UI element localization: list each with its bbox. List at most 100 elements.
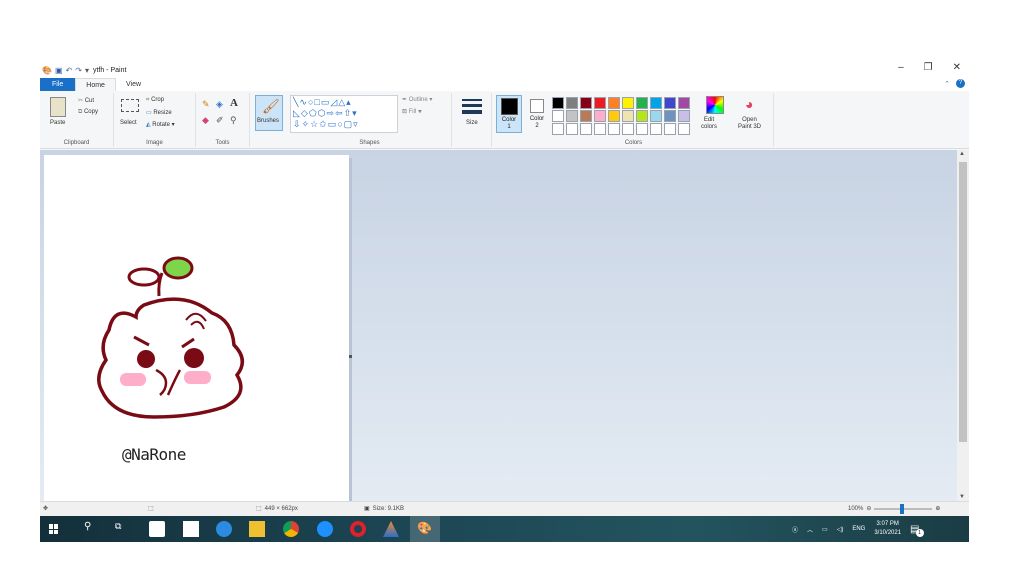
task-view-icon[interactable]: ⧉ [115, 521, 131, 537]
paste-button[interactable]: Paste [50, 120, 65, 126]
minimize-button[interactable]: – [898, 62, 904, 73]
canvas-workspace[interactable]: @NaRone [40, 150, 957, 501]
color-swatch-r3-5[interactable] [608, 123, 620, 135]
clipboard-group-label: Clipboard [63, 140, 90, 146]
fill-bucket-icon[interactable]: ◈ [216, 99, 223, 110]
show-hidden-icons[interactable]: ︿ [807, 525, 813, 534]
color-swatch-r2-1[interactable] [552, 110, 564, 122]
crop-button[interactable]: ⌗ Crop [146, 97, 164, 104]
brushes-button[interactable]: 🖌 Brushes [255, 95, 283, 131]
color-swatch-r1-10[interactable] [678, 97, 690, 109]
rotate-button[interactable]: ◭ Rotate ▾ [146, 121, 175, 128]
color-swatch-r1-8[interactable] [650, 97, 662, 109]
color-swatch-r1-2[interactable] [566, 97, 578, 109]
color-swatch-r1-1[interactable] [552, 97, 564, 109]
network-icon[interactable]: ▭ [822, 526, 828, 533]
select-icon[interactable] [121, 99, 139, 112]
canvas-resize-handle[interactable] [349, 355, 352, 358]
color-swatch-r3-8[interactable] [650, 123, 662, 135]
search-icon[interactable]: ⚲ [84, 521, 100, 537]
shapes-gallery[interactable]: ╲∿○□▭◿△▴ ◺◇⬠⬡⇨⇦⇧▾ ⇩✧☆✩▭○▢▿ [290, 95, 398, 133]
pencil-icon[interactable]: ✎ [202, 99, 210, 110]
color-swatch-r2-2[interactable] [566, 110, 578, 122]
volume-icon[interactable]: ◁) [837, 526, 844, 533]
vertical-scrollbar[interactable]: ▲ ▼ [957, 150, 969, 501]
scroll-thumb[interactable] [959, 162, 967, 442]
zalo-icon[interactable] [317, 521, 333, 537]
color-swatch-r3-4[interactable] [594, 123, 606, 135]
help-icon[interactable]: ? [956, 79, 965, 88]
crop-icon: ⌗ [146, 97, 150, 103]
people-icon[interactable]: ⓐ [792, 525, 798, 534]
customize-toolbar-icon[interactable]: ▾ [85, 66, 89, 75]
app-icon-2[interactable] [383, 521, 399, 537]
clock[interactable]: 3:07 PM 3/10/2021 [874, 520, 901, 538]
start-button[interactable] [49, 524, 59, 534]
color-swatch-r2-4[interactable] [594, 110, 606, 122]
fill-button[interactable]: ⛾ Fill ▾ [402, 108, 422, 116]
paint3d-icon[interactable]: ◕ [745, 96, 753, 112]
color1-button[interactable]: Color 1 [496, 95, 522, 133]
magnifier-icon[interactable]: ⚲ [230, 115, 237, 126]
paste-icon[interactable] [50, 97, 66, 117]
color-swatch-r1-5[interactable] [608, 97, 620, 109]
file-explorer-icon[interactable] [249, 521, 265, 537]
save-icon[interactable]: ▣ [55, 66, 63, 75]
notification-icon[interactable]: ▤ 1 [910, 524, 924, 537]
language-indicator[interactable]: ENG [852, 526, 865, 532]
collapse-ribbon-icon[interactable]: ⌃ [944, 80, 950, 88]
scroll-up-icon[interactable]: ▲ [959, 151, 965, 157]
color-swatch-r1-4[interactable] [594, 97, 606, 109]
color-swatch-r3-7[interactable] [636, 123, 648, 135]
resize-button[interactable]: ▭ Resize [146, 109, 172, 116]
maximize-button[interactable]: ❐ [924, 62, 933, 73]
close-button[interactable]: ✕ [953, 62, 961, 73]
text-tool-icon[interactable]: A [230, 97, 238, 109]
color-swatch-r3-10[interactable] [678, 123, 690, 135]
color-swatch-r3-3[interactable] [580, 123, 592, 135]
copy-button[interactable]: ⧉ Copy [78, 109, 98, 116]
opera-icon[interactable] [350, 521, 366, 537]
color-swatch-r2-3[interactable] [580, 110, 592, 122]
color-swatch-r1-7[interactable] [636, 97, 648, 109]
color2-button[interactable]: Color 2 [525, 95, 549, 133]
color-swatch-r3-1[interactable] [552, 123, 564, 135]
cut-button[interactable]: ✂ Cut [78, 97, 94, 104]
drawing-canvas[interactable]: @NaRone [44, 155, 349, 501]
zoom-out-icon[interactable]: ⊖ [866, 505, 871, 512]
chrome-icon[interactable] [283, 521, 299, 537]
app-icon-1[interactable] [149, 521, 165, 537]
right-eye [184, 348, 204, 368]
outline-button[interactable]: ✒ Outline ▾ [402, 96, 432, 103]
zoom-in-icon[interactable]: ⊕ [935, 505, 940, 512]
select-button[interactable]: Select [120, 120, 137, 126]
color-swatch-r3-6[interactable] [622, 123, 634, 135]
open-paint3d-button[interactable]: Open Paint 3D [738, 117, 761, 131]
color-swatch-r3-2[interactable] [566, 123, 578, 135]
teamviewer-icon[interactable] [216, 521, 232, 537]
zoom-slider[interactable] [874, 503, 933, 514]
tab-home[interactable]: Home [75, 78, 116, 91]
color-swatch-r1-9[interactable] [664, 97, 676, 109]
color-swatch-r3-9[interactable] [664, 123, 676, 135]
color-swatch-r1-3[interactable] [580, 97, 592, 109]
color-swatch-r2-10[interactable] [678, 110, 690, 122]
color-swatch-r2-8[interactable] [650, 110, 662, 122]
edit-colors-button[interactable]: Edit colors [701, 117, 717, 131]
scroll-down-icon[interactable]: ▼ [959, 494, 965, 500]
color-swatch-r2-6[interactable] [622, 110, 634, 122]
color-swatch-r2-5[interactable] [608, 110, 620, 122]
tab-file[interactable]: File [40, 78, 76, 91]
edit-colors-icon[interactable] [706, 96, 724, 114]
color-picker-icon[interactable]: ✐ [216, 115, 224, 126]
undo-icon[interactable]: ↶ [66, 66, 73, 75]
eraser-icon[interactable]: ◆ [202, 115, 209, 126]
zoom-slider-thumb[interactable] [900, 503, 905, 514]
color-swatch-r2-9[interactable] [664, 110, 676, 122]
file-icon[interactable] [183, 521, 199, 537]
size-group[interactable]: Size [452, 93, 492, 147]
tab-view[interactable]: View [116, 78, 151, 91]
color-swatch-r2-7[interactable] [636, 110, 648, 122]
color-swatch-r1-6[interactable] [622, 97, 634, 109]
redo-icon[interactable]: ↷ [75, 66, 82, 75]
